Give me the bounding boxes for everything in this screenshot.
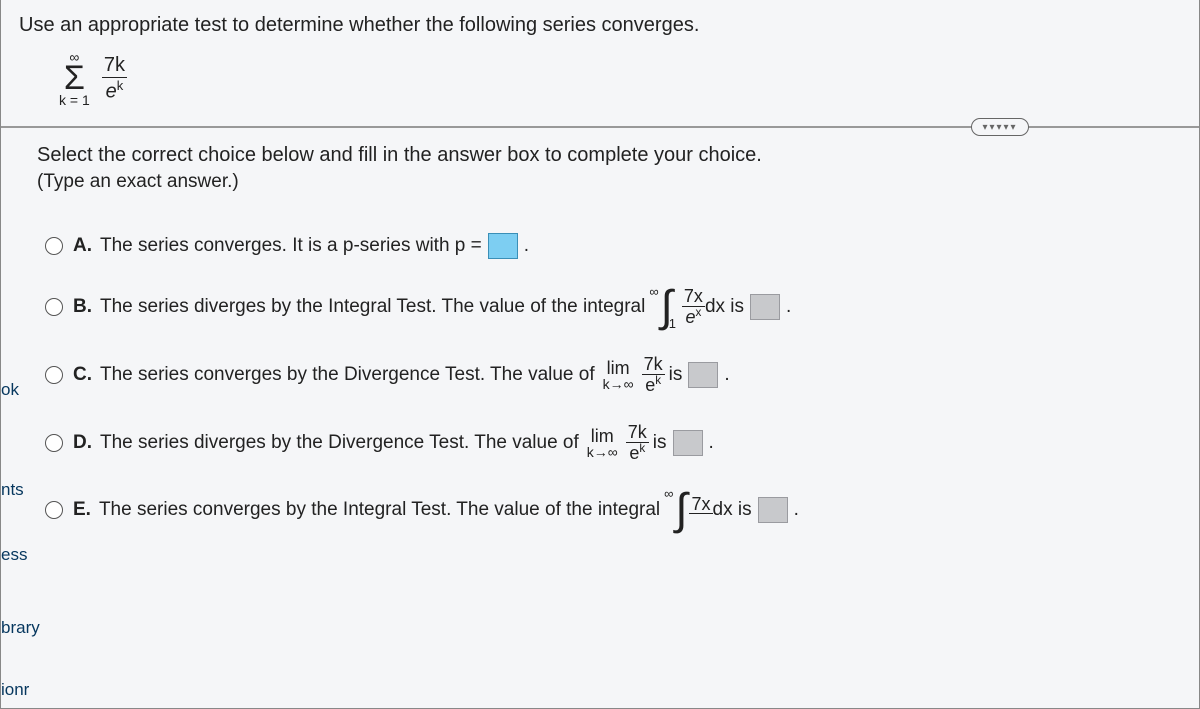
series-numerator: 7k (102, 54, 127, 78)
option-e[interactable]: E. The series converges by the Integral … (45, 477, 1181, 544)
option-e-letter: E. (73, 499, 91, 521)
option-c-period: . (724, 364, 729, 386)
sidebar-fragment: ionr (1, 680, 45, 700)
lim-c-label: lim (607, 359, 630, 377)
option-a-text: The series converges. It is a p-series w… (100, 235, 482, 257)
integral-e-upper: ∞ (664, 486, 673, 501)
lim-d-sub: k→∞ (587, 445, 618, 459)
option-b-text: The series diverges by the Integral Test… (100, 296, 645, 318)
option-a[interactable]: A. The series converges. It is a p-serie… (45, 219, 1181, 273)
option-b-input[interactable] (750, 294, 780, 320)
radio-a[interactable] (45, 237, 63, 255)
option-d-denominator: ek (626, 443, 649, 463)
question-prompt: Use an appropriate test to determine whe… (1, 0, 1199, 43)
option-b[interactable]: B. The series diverges by the Integral T… (45, 273, 1181, 341)
option-d[interactable]: D. The series diverges by the Divergence… (45, 409, 1181, 477)
option-e-dx: dx is (713, 499, 752, 521)
option-e-period: . (794, 499, 799, 521)
series-denominator: ek (102, 78, 127, 104)
option-d-text: The series diverges by the Divergence Te… (100, 432, 579, 454)
option-c-text: The series converges by the Divergence T… (100, 364, 595, 386)
integral-icon: ∫ (675, 492, 687, 527)
option-b-period: . (786, 296, 791, 318)
radio-d[interactable] (45, 434, 63, 452)
integral-b-upper: ∞ (649, 284, 658, 299)
radio-e[interactable] (45, 501, 63, 519)
option-b-denominator: ex (682, 307, 705, 327)
radio-c[interactable] (45, 366, 63, 384)
option-a-input[interactable] (488, 233, 518, 259)
collapse-toggle[interactable]: ▾▾▾▾▾ (971, 118, 1029, 136)
option-d-input[interactable] (673, 430, 703, 456)
option-c-letter: C. (73, 364, 92, 386)
option-c-is: is (669, 364, 683, 386)
option-c-numerator: 7k (642, 355, 665, 375)
option-c-input[interactable] (688, 362, 718, 388)
option-b-dx: dx is (705, 296, 744, 318)
option-e-denominator (689, 514, 712, 533)
sidebar-fragment: ess (1, 545, 45, 565)
instruction-subtext: (Type an exact answer.) (1, 169, 1199, 211)
option-e-text: The series converges by the Integral Tes… (99, 499, 660, 521)
option-d-numerator: 7k (626, 423, 649, 443)
option-e-input[interactable] (758, 497, 788, 523)
sidebar-fragment: nts (1, 480, 45, 500)
option-e-numerator: 7x (689, 495, 712, 515)
sigma-icon: Σ (59, 65, 90, 92)
option-b-numerator: 7x (682, 287, 705, 307)
option-a-period: . (524, 235, 529, 257)
sum-lower: k = 1 (59, 92, 90, 108)
option-c-denominator: ek (642, 375, 665, 395)
series-expression: ∞ Σ k = 1 7k ek (1, 43, 1199, 116)
section-divider: ▾▾▾▾▾ (1, 126, 1199, 128)
radio-b[interactable] (45, 298, 63, 316)
sidebar-fragment: brary (1, 618, 45, 638)
option-d-is: is (653, 432, 667, 454)
integral-b-lower: 1 (669, 316, 676, 331)
sidebar-fragment: ok (1, 380, 45, 400)
lim-c-sub: k→∞ (603, 377, 634, 391)
option-b-letter: B. (73, 296, 92, 318)
lim-d-label: lim (591, 427, 614, 445)
answer-options: A. The series converges. It is a p-serie… (1, 211, 1199, 543)
option-d-period: . (709, 432, 714, 454)
option-a-letter: A. (73, 235, 92, 257)
option-d-letter: D. (73, 432, 92, 454)
option-c[interactable]: C. The series converges by the Divergenc… (45, 341, 1181, 409)
